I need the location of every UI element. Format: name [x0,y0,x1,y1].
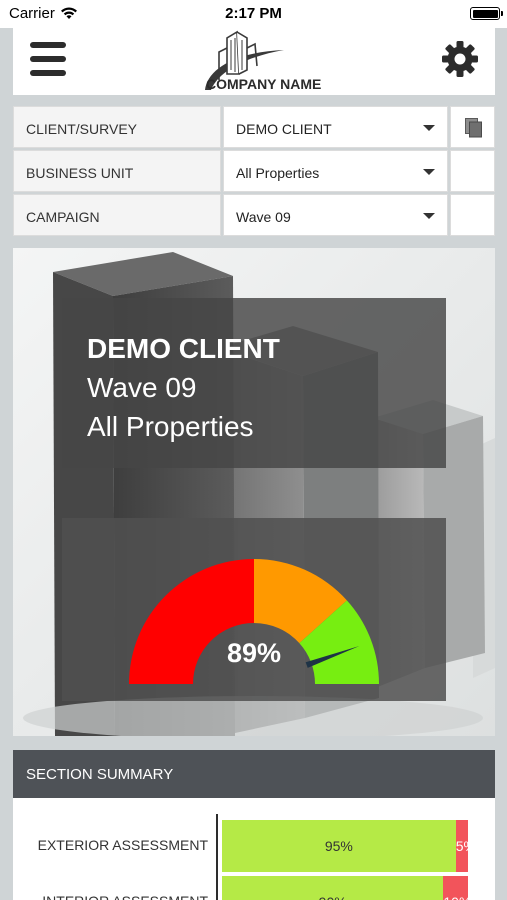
chevron-down-icon [423,125,435,131]
section-summary-body: EXTERIOR ASSESSMENT 95% 5% INTERIOR ASSE… [13,798,495,900]
business-unit-value: All Properties [236,165,320,181]
summary-bar-fail: 5% [455,820,476,872]
copy-cell [450,106,495,148]
client-survey-value: DEMO CLIENT [236,121,332,137]
summary-row-label: EXTERIOR ASSESSMENT [37,837,208,853]
score-gauge-value: 89% [226,638,282,668]
status-bar: Carrier 2:17 PM [0,0,507,28]
summary-bar-pass: 90% [222,876,444,900]
clock: 2:17 PM [225,5,282,22]
filter-row-client: CLIENT/SURVEY DEMO CLIENT [13,106,495,148]
filter-row-business-unit: BUSINESS UNIT All Properties [13,150,495,192]
campaign-select[interactable]: Wave 09 [223,194,448,236]
company-logo: COMPANY NAME [189,30,321,93]
filter-row-campaign: CAMPAIGN Wave 09 [13,194,495,236]
summary-row[interactable]: EXTERIOR ASSESSMENT 95% 5% [13,820,495,872]
campaign-label: CAMPAIGN [13,194,221,236]
summary-bar-pass: 95% [222,820,456,872]
hero-client-name: DEMO CLIENT [87,333,280,364]
app-header: COMPANY NAME [13,28,495,95]
campaign-value: Wave 09 [236,209,291,225]
score-gauge [129,559,379,684]
hero-banner: DEMO CLIENT Wave 09 All Properties 89% [13,248,495,736]
business-unit-label: BUSINESS UNIT [13,150,221,192]
gear-icon[interactable] [441,40,479,78]
battery-tip [501,11,503,16]
client-info-panel: DEMO CLIENT Wave 09 All Properties [62,298,446,468]
empty-cell [450,194,495,236]
battery-icon [470,7,500,20]
score-gauge-panel: 89% [62,518,446,701]
business-unit-select[interactable]: All Properties [223,150,448,192]
section-summary-header[interactable]: SECTION SUMMARY [13,750,495,798]
hero-property: All Properties [87,411,254,442]
client-survey-label: CLIENT/SURVEY [13,106,221,148]
summary-row[interactable]: INTERIOR ASSESSMENT 90% 10% [13,876,495,900]
empty-cell [450,150,495,192]
hero-wave: Wave 09 [87,372,197,403]
summary-row-label: INTERIOR ASSESSMENT [13,876,208,900]
chevron-down-icon [423,213,435,219]
hamburger-menu-icon[interactable] [30,42,66,76]
company-name: COMPANY NAME [206,76,322,92]
copy-document-icon[interactable] [465,118,483,138]
chevron-down-icon [423,169,435,175]
client-survey-select[interactable]: DEMO CLIENT [223,106,448,148]
summary-bar-fail: 10% [443,876,471,900]
